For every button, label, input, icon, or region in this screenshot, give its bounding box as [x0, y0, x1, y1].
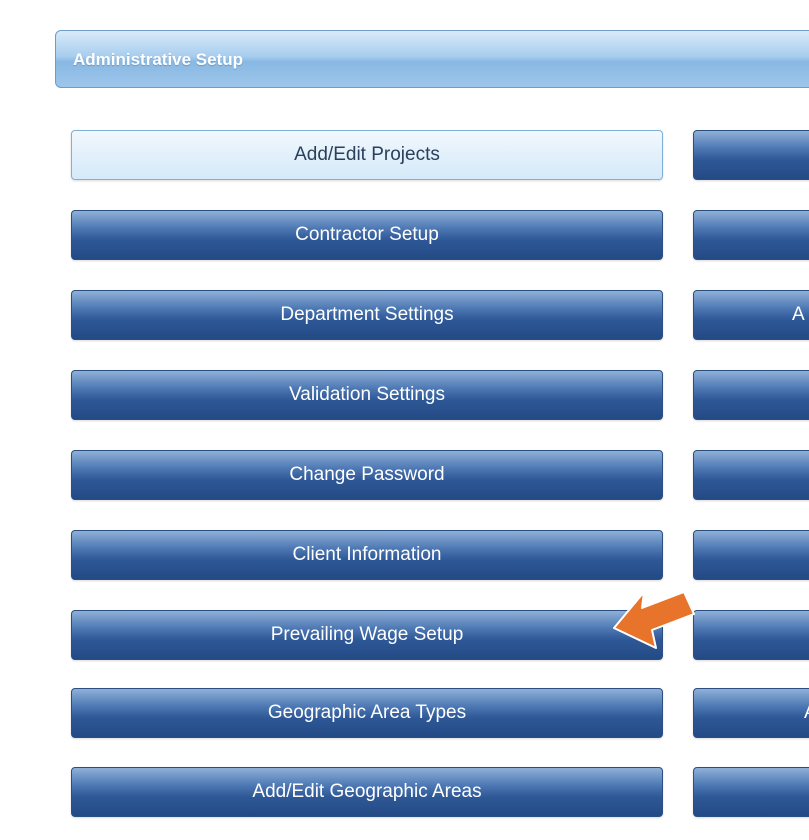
prevailing-wage-setup-button[interactable]: Prevailing Wage Setup [71, 610, 663, 660]
right-column-button-5[interactable] [693, 450, 809, 500]
change-password-button[interactable]: Change Password [71, 450, 663, 500]
validation-settings-button[interactable]: Validation Settings [71, 370, 663, 420]
right-column-button-8[interactable]: A [693, 688, 809, 738]
right-column-button-4[interactable] [693, 370, 809, 420]
add-edit-geographic-areas-button[interactable]: Add/Edit Geographic Areas [71, 767, 663, 817]
right-column-button-3[interactable]: A [693, 290, 809, 340]
section-header: Administrative Setup [55, 30, 809, 88]
admin-setup-page: Administrative Setup Add/Edit Projects C… [0, 0, 809, 840]
right-column-button-6[interactable] [693, 530, 809, 580]
right-column-button-7[interactable] [693, 610, 809, 660]
right-column-button-9[interactable] [693, 767, 809, 817]
right-button-label: A [792, 304, 805, 325]
right-button-label: A [804, 689, 809, 737]
right-column-button-2[interactable] [693, 210, 809, 260]
section-title: Administrative Setup [73, 50, 244, 69]
orange-arrow-icon [613, 591, 695, 649]
contractor-setup-button[interactable]: Contractor Setup [71, 210, 663, 260]
geographic-area-types-button[interactable]: Geographic Area Types [71, 688, 663, 738]
department-settings-button[interactable]: Department Settings [71, 290, 663, 340]
add-edit-projects-button[interactable]: Add/Edit Projects [71, 130, 663, 180]
client-information-button[interactable]: Client Information [71, 530, 663, 580]
right-column-button-1[interactable] [693, 130, 809, 180]
